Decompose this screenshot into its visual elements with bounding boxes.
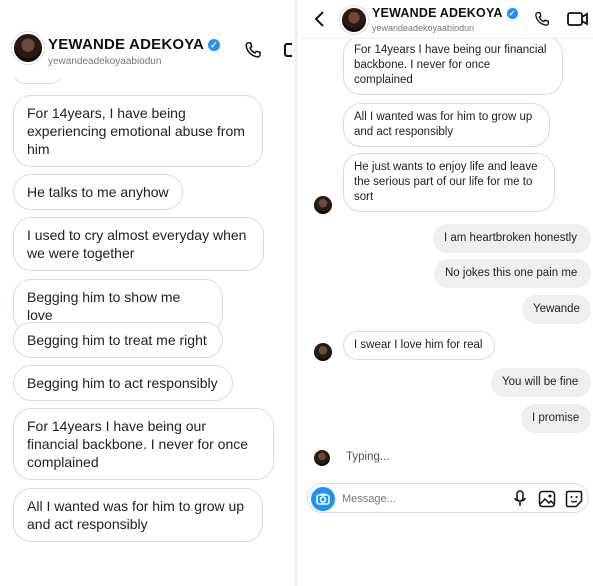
phone-icon[interactable] bbox=[533, 10, 551, 28]
typing-indicator: Typing... bbox=[346, 451, 390, 463]
video-icon[interactable] bbox=[284, 43, 292, 57]
microphone-icon[interactable] bbox=[513, 490, 527, 508]
message-text: For 14years, I have being experiencing e… bbox=[27, 105, 245, 157]
contact-handle: yewandeadekoyaabiodun bbox=[372, 23, 475, 33]
camera-button[interactable] bbox=[311, 487, 335, 511]
message-text: No jokes this one pain me bbox=[445, 267, 578, 279]
message-bubble: Begging him to treat me right bbox=[13, 322, 223, 358]
message-text: All I wanted was for him to grow up and … bbox=[354, 111, 533, 138]
sticker-icon[interactable] bbox=[565, 490, 583, 508]
avatar[interactable] bbox=[314, 343, 332, 361]
message-bubble: For 14years I have being our financial b… bbox=[343, 36, 563, 95]
left-chat-panel: For 14years, I have being experiencing e… bbox=[0, 0, 292, 545]
camera-icon bbox=[316, 493, 330, 505]
verified-icon: ✓ bbox=[506, 8, 518, 19]
message-text: All I wanted was for him to grow up and … bbox=[27, 498, 245, 532]
message-bubble: All I wanted was for him to grow up and … bbox=[13, 488, 263, 542]
right-chat-panel: YEWANDE ADEKOYA ✓ yewandeadekoyaabiodun F… bbox=[301, 0, 593, 520]
message-bubble: You will be fine bbox=[491, 368, 591, 397]
message-bubble: I swear I love him for real bbox=[343, 331, 495, 360]
message-bubble: I promise bbox=[521, 404, 591, 433]
phone-icon[interactable] bbox=[243, 40, 263, 60]
contact-name[interactable]: YEWANDE ADEKOYA ✓ bbox=[48, 36, 221, 53]
message-bubble: Yewande bbox=[522, 295, 591, 324]
chevron-left-icon[interactable]: ‹ bbox=[0, 295, 10, 315]
avatar[interactable] bbox=[12, 32, 44, 64]
message-bubble: I used to cry almost everyday when we we… bbox=[13, 217, 264, 271]
message-text: For 14years I have being our financial b… bbox=[27, 418, 249, 470]
message-bubble: No jokes this one pain me bbox=[434, 259, 591, 288]
message-bubble: Begging him to act responsibly bbox=[13, 365, 233, 401]
message-bubble: I am heartbroken honestly bbox=[433, 224, 591, 253]
contact-name[interactable]: YEWANDE ADEKOYA ✓ bbox=[372, 6, 518, 20]
verified-icon: ✓ bbox=[208, 39, 221, 51]
panel-divider bbox=[294, 0, 298, 586]
message-text: I promise bbox=[532, 412, 580, 424]
message-input[interactable] bbox=[340, 489, 504, 509]
message-bubble: For 14years I have being our financial b… bbox=[13, 408, 274, 480]
message-text: He talks to me anyhow bbox=[27, 184, 169, 200]
avatar bbox=[314, 450, 330, 466]
message-bubble: For 14years, I have being experiencing e… bbox=[13, 95, 263, 167]
message-text: I am heartbroken honestly bbox=[444, 232, 577, 244]
message-text: Yewande bbox=[533, 303, 580, 315]
message-text: I used to cry almost everyday when we we… bbox=[27, 227, 247, 261]
message-bubble: All I wanted was for him to grow up and … bbox=[343, 103, 550, 147]
message-text: Begging him to treat me right bbox=[27, 332, 207, 348]
message-bubble: He just wants to enjoy life and leave th… bbox=[343, 153, 555, 212]
message-composer bbox=[307, 483, 589, 513]
avatar[interactable] bbox=[314, 196, 332, 214]
message-text: You will be fine bbox=[502, 376, 579, 388]
avatar[interactable] bbox=[340, 6, 368, 34]
chat-header: YEWANDE ADEKOYA ✓ yewandeadekoyaabiodun bbox=[0, 0, 292, 78]
video-icon[interactable] bbox=[567, 11, 589, 27]
contact-handle: yewandeadekoyaabiodun bbox=[48, 56, 162, 67]
message-text: For 14years I have being our financial b… bbox=[354, 44, 547, 86]
message-text: Begging him to act responsibly bbox=[27, 375, 218, 391]
message-bubble: He talks to me anyhow bbox=[13, 174, 183, 210]
back-icon[interactable] bbox=[314, 11, 326, 27]
gallery-icon[interactable] bbox=[538, 490, 556, 508]
message-text: He just wants to enjoy life and leave th… bbox=[354, 161, 538, 203]
message-text: I swear I love him for real bbox=[354, 339, 483, 351]
message-text: Begging him to show me love bbox=[27, 289, 181, 323]
chat-header: YEWANDE ADEKOYA ✓ yewandeadekoyaabiodun bbox=[301, 0, 593, 39]
